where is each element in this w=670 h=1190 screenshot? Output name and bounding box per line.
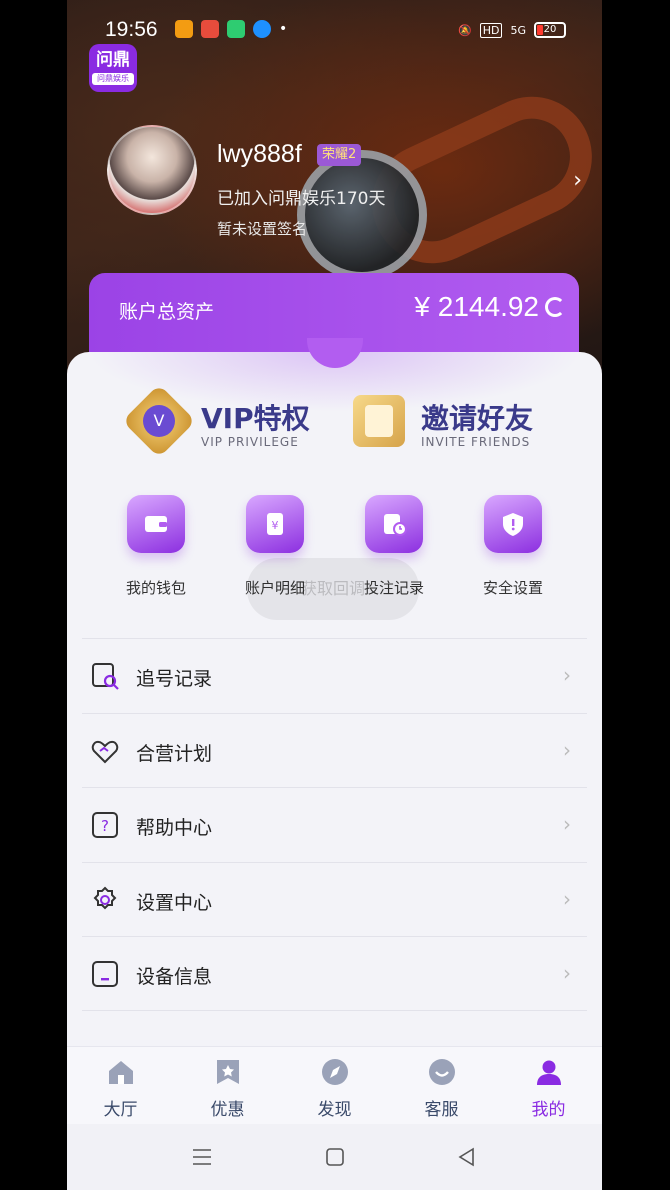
tab-promotions[interactable]: 优惠	[174, 1047, 281, 1124]
status-time: 19:56	[105, 18, 158, 41]
logo-sub-text: 问鼎娱乐	[92, 73, 134, 85]
battery-icon: 20	[534, 22, 566, 38]
signature: 暂未设置签名	[217, 220, 308, 238]
help-icon: ?	[92, 812, 118, 838]
toast-message: 获取回调	[247, 558, 419, 620]
wallet-icon	[127, 495, 185, 553]
svg-text:?: ?	[101, 817, 109, 835]
notification-app-icon	[175, 20, 193, 38]
vip-subtitle: VIP PRIVILEGE	[201, 435, 299, 449]
home-icon	[108, 1061, 133, 1084]
vip-title: VIP特权	[201, 402, 310, 435]
vip-badge-inner: V	[143, 405, 175, 437]
invite-subtitle: INVITE FRIENDS	[421, 435, 531, 449]
tab-mine[interactable]: 我的	[495, 1047, 602, 1124]
account-detail-icon: ¥	[246, 495, 304, 553]
home-square-icon[interactable]	[324, 1146, 346, 1168]
tab-label: 客服	[424, 1100, 459, 1120]
app-screen: 19:56 • 🔕 HD 5G 20 问鼎 问鼎娱乐 lwy888f 荣耀2 已…	[67, 0, 602, 1190]
tab-discover[interactable]: 发现	[281, 1047, 388, 1124]
system-nav-bar	[67, 1124, 602, 1190]
tab-label: 优惠	[210, 1100, 245, 1120]
chevron-right-icon: ›	[563, 812, 571, 836]
menu-item-settings-center[interactable]: 设置中心 ›	[82, 861, 587, 937]
menu-item-partner-plan[interactable]: 合营计划 ›	[82, 712, 587, 788]
more-notifications-dot-icon: •	[279, 21, 288, 37]
tab-lobby[interactable]: 大厅	[67, 1047, 174, 1124]
status-app-icons: •	[175, 20, 287, 38]
refresh-icon[interactable]	[545, 297, 565, 317]
wallet-label: 我的钱包	[125, 579, 186, 597]
chevron-right-icon: ›	[563, 961, 571, 985]
invite-badge-icon	[353, 395, 405, 447]
bet-record-icon	[365, 495, 423, 553]
rank-badge: 荣耀2	[317, 144, 362, 166]
username: lwy888f	[217, 140, 302, 168]
invite-badge-inner	[365, 405, 393, 437]
chevron-right-icon: ›	[563, 886, 571, 911]
menu-icon[interactable]	[191, 1146, 213, 1168]
security-settings-label: 安全设置	[482, 579, 543, 597]
menu-label: 追号记录	[136, 668, 213, 690]
app-notification-icon	[227, 20, 245, 38]
chat-icon	[428, 1059, 455, 1085]
menu-label: 合营计划	[136, 742, 213, 765]
menu-label: 设备信息	[136, 966, 213, 988]
wallet-button[interactable]: 我的钱包	[97, 495, 215, 605]
tab-label: 发现	[317, 1100, 352, 1120]
joined-days: 已加入问鼎娱乐170天	[217, 189, 386, 209]
menu-item-help-center[interactable]: ? 帮助中心 ›	[82, 787, 587, 862]
chevron-right-icon[interactable]: ›	[573, 168, 582, 193]
svg-text:¥: ¥	[272, 519, 279, 532]
hd-icon: HD	[479, 22, 503, 38]
menu-list: 追号记录 › 合营计划 › ? 帮助中心 › 设置中心 › 设备信息 ›	[82, 638, 587, 1011]
bottom-tab-bar: 大厅 优惠 发现 客服 我的	[67, 1046, 602, 1124]
tab-label: 我的	[531, 1100, 566, 1120]
tab-label: 大厅	[103, 1100, 138, 1120]
invite-title: 邀请好友	[421, 402, 534, 435]
assets-label: 账户总资产	[119, 301, 215, 323]
shield-icon	[484, 495, 542, 553]
menu-label: 帮助中心	[136, 817, 213, 839]
battery-fill	[537, 25, 543, 35]
instagram-icon	[201, 20, 219, 38]
menu-item-chase-record[interactable]: 追号记录 ›	[82, 638, 587, 713]
menu-item-device-info[interactable]: 设备信息 ›	[82, 936, 587, 1011]
gear-icon	[93, 886, 117, 909]
battery-level: 20	[543, 24, 557, 35]
hero-watch-face	[297, 150, 427, 280]
logo-main-text: 问鼎	[96, 50, 130, 70]
handshake-icon	[91, 740, 119, 763]
assets-amount: ¥ 2144.92	[414, 291, 539, 322]
bookmark-icon	[216, 1060, 239, 1084]
tab-customer-service[interactable]: 客服	[388, 1047, 495, 1124]
back-icon[interactable]	[456, 1146, 478, 1168]
search-record-icon	[92, 663, 119, 690]
compass-icon	[321, 1059, 348, 1085]
security-settings-button[interactable]: 安全设置	[454, 495, 572, 605]
status-right: 🔕 HD 5G 20	[458, 22, 566, 38]
signal-icon: 5G	[510, 23, 526, 37]
avatar[interactable]	[107, 125, 197, 215]
chevron-right-icon: ›	[563, 737, 571, 762]
user-icon	[536, 1060, 561, 1085]
device-icon	[92, 961, 118, 987]
app-logo: 问鼎 问鼎娱乐	[89, 44, 137, 92]
menu-label: 设置中心	[136, 891, 213, 914]
mute-icon: 🔕	[458, 23, 472, 37]
status-bar: 19:56 • 🔕 HD 5G 20	[67, 14, 602, 48]
qq-icon	[253, 20, 271, 38]
chevron-right-icon: ›	[563, 663, 571, 687]
